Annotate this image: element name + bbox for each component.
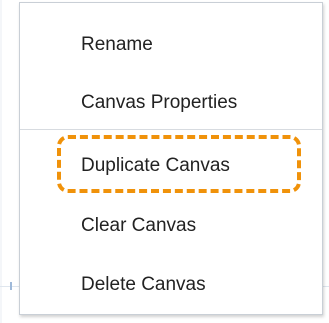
menu-item-rename[interactable]: Rename [20, 25, 322, 65]
screenshot-stage: Rename Canvas Properties Duplicate Canva… [0, 0, 329, 323]
canvas-context-menu: Rename Canvas Properties Duplicate Canva… [19, 2, 323, 315]
background-tab-marker [10, 282, 12, 290]
menu-item-label: Canvas Properties [81, 92, 238, 113]
duplicate-canvas-highlight-annotation [57, 135, 301, 193]
menu-separator [20, 129, 322, 130]
background-panel-edge [0, 0, 2, 323]
menu-item-label: Delete Canvas [81, 274, 206, 295]
menu-item-canvas-properties[interactable]: Canvas Properties [20, 83, 322, 123]
menu-item-delete-canvas[interactable]: Delete Canvas [20, 265, 322, 305]
menu-item-clear-canvas[interactable]: Clear Canvas [20, 206, 322, 246]
menu-item-label: Clear Canvas [81, 215, 197, 236]
menu-item-label: Rename [81, 34, 153, 55]
